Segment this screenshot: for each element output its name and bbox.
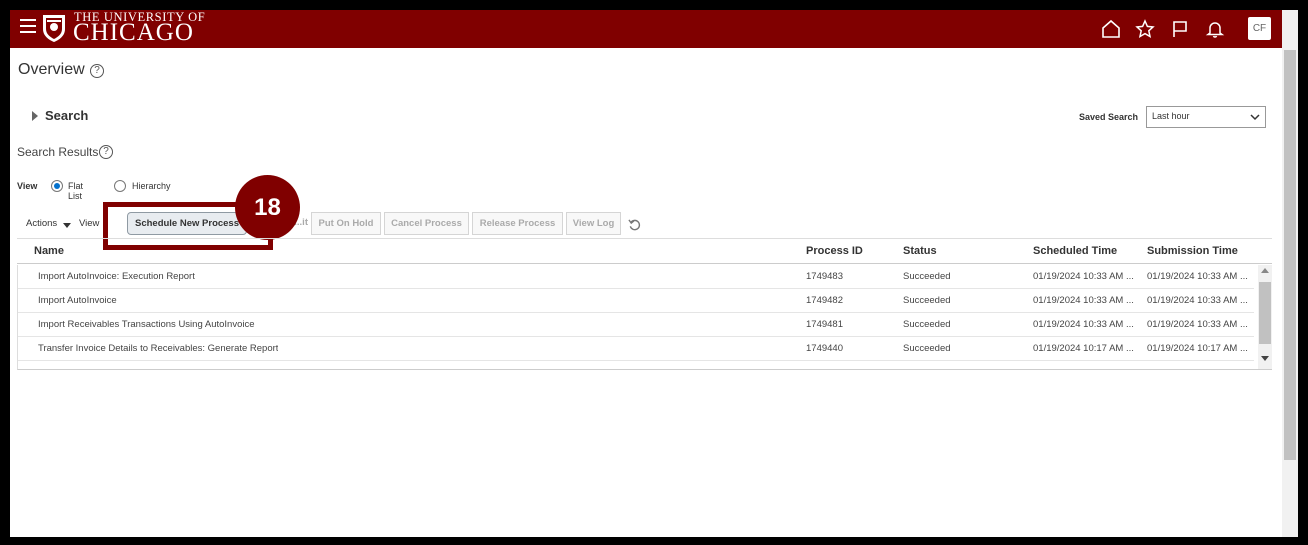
home-icon[interactable] [1101,19,1121,39]
view-menu[interactable]: View [79,218,99,229]
column-header-status[interactable]: Status [903,245,937,257]
table-row[interactable]: Import Receivables Transactions Using Au… [18,313,1254,337]
hierarchy-radio[interactable] [114,180,126,192]
column-header-name[interactable]: Name [34,245,64,257]
page-scroll-thumb[interactable] [1284,50,1296,460]
actions-menu[interactable]: Actions [26,218,57,229]
cell-scheduled-time: 01/19/2024 10:33 AM ... [1033,319,1134,330]
cell-name: Import AutoInvoice: Execution Report [38,271,195,282]
logo-text-main[interactable]: CHICAGO [73,20,194,46]
cell-process-id: 1749481 [806,319,843,330]
table-vertical-scrollbar[interactable] [1258,265,1272,369]
put-on-hold-button[interactable]: Put On Hold [311,212,381,235]
table-row[interactable]: Transfer Invoice Details to Receivables:… [18,337,1254,361]
cell-process-id: 1749483 [806,271,843,282]
saved-search-label: Saved Search [1079,112,1139,122]
table-scroll-thumb[interactable] [1259,282,1271,344]
cell-status: Succeeded [903,295,951,306]
cell-submission-time: 01/19/2024 10:33 AM ... [1147,271,1248,282]
cell-name: Import Receivables Transactions Using Au… [38,319,255,330]
flat-list-label[interactable]: Flat List [68,181,83,201]
view-label: View [17,181,38,191]
expand-caret-icon [32,111,38,121]
cancel-process-button[interactable]: Cancel Process [384,212,469,235]
table-row[interactable]: Import AutoInvoice: Execution Report 174… [18,265,1254,289]
column-header-scheduled-time[interactable]: Scheduled Time [1033,245,1117,257]
bell-icon[interactable] [1205,19,1225,39]
column-header-submission-time[interactable]: Submission Time [1147,245,1238,257]
cell-status: Succeeded [903,271,951,282]
search-results-title: Search Results [17,145,99,159]
cell-submission-time: 01/19/2024 10:33 AM ... [1147,295,1248,306]
flag-icon[interactable] [1170,19,1190,39]
table-row[interactable]: Import AutoInvoice 1749482 Succeeded 01/… [18,289,1254,313]
user-avatar[interactable]: CF [1248,17,1271,40]
saved-search-select[interactable]: Last hour [1146,106,1266,128]
star-icon[interactable] [1135,19,1155,39]
app-window: THE UNIVERSITY OF CHICAGO CF Overview ? … [10,10,1298,537]
view-log-button[interactable]: View Log [566,212,621,235]
flat-list-radio[interactable] [51,180,63,192]
cell-scheduled-time: 01/19/2024 10:33 AM ... [1033,295,1134,306]
search-label: Search [45,108,89,123]
callout-step-badge: 18 [235,175,300,240]
cell-name: Import AutoInvoice [38,295,117,306]
cell-process-id: 1749440 [806,343,843,354]
saved-search-value: Last hour [1152,111,1190,121]
scroll-up-icon[interactable] [1261,268,1269,273]
cell-status: Succeeded [903,343,951,354]
table-header: Name Process ID Status Scheduled Time Su… [17,238,1272,264]
chevron-down-icon [1250,114,1260,121]
university-seal-icon [43,15,65,42]
page-title: Overview [18,61,85,78]
cell-status: Succeeded [903,319,951,330]
cell-submission-time: 01/19/2024 10:33 AM ... [1147,319,1248,330]
release-process-button[interactable]: Release Process [472,212,563,235]
cell-submission-time: 01/19/2024 10:17 AM ... [1147,343,1248,354]
cell-scheduled-time: 01/19/2024 10:33 AM ... [1033,271,1134,282]
page-vertical-scrollbar[interactable] [1282,10,1298,537]
cell-scheduled-time: 01/19/2024 10:17 AM ... [1033,343,1134,354]
refresh-icon[interactable] [628,218,641,231]
table-body: Import AutoInvoice: Execution Report 174… [17,265,1272,370]
menu-icon[interactable] [20,19,36,33]
hierarchy-label[interactable]: Hierarchy [132,181,171,191]
scroll-down-icon[interactable] [1261,356,1269,361]
column-header-process-id[interactable]: Process ID [806,245,863,257]
help-icon[interactable]: ? [90,64,104,78]
results-help-icon[interactable]: ? [99,145,113,159]
global-header: THE UNIVERSITY OF CHICAGO CF [10,10,1282,48]
cell-process-id: 1749482 [806,295,843,306]
cell-name: Transfer Invoice Details to Receivables:… [38,343,279,354]
actions-caret-icon [63,223,71,228]
